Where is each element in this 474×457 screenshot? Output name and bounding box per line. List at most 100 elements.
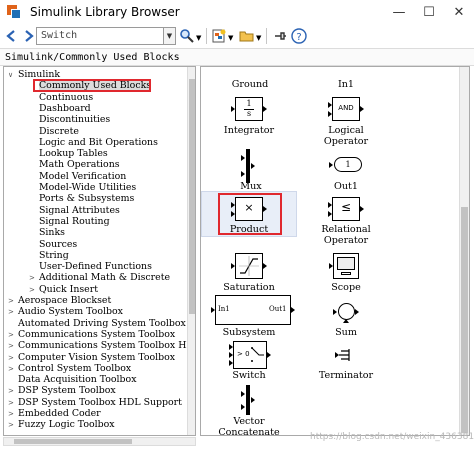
tree-item[interactable]: Ports & Subsystems bbox=[29, 193, 134, 204]
scrollbar-thumb[interactable] bbox=[461, 207, 468, 433]
tree-item[interactable]: > Computer Vision System Toolbox bbox=[8, 352, 175, 363]
search-options-icon[interactable] bbox=[178, 27, 196, 45]
relational-operator-block[interactable]: ≤ bbox=[328, 197, 364, 223]
tree-item[interactable]: Model Verification bbox=[29, 171, 126, 182]
minimize-button[interactable]: — bbox=[384, 0, 414, 24]
search-input[interactable]: Switch bbox=[36, 27, 164, 45]
integrator-block[interactable]: 1 s bbox=[231, 97, 267, 123]
block-label-scope: Scope bbox=[331, 282, 361, 293]
tree-item[interactable]: > Quick Insert bbox=[29, 284, 98, 295]
tree-item[interactable]: > Embedded Coder bbox=[8, 408, 101, 419]
tree-item[interactable]: Signal Attributes bbox=[29, 205, 120, 216]
tree-item[interactable]: Sources bbox=[29, 239, 77, 250]
tree-item[interactable]: Dashboard bbox=[29, 103, 91, 114]
saturation-block[interactable] bbox=[231, 253, 267, 281]
switch-block[interactable]: > 0 bbox=[229, 341, 271, 371]
subsystem-in-label: In1 bbox=[218, 305, 230, 313]
search-dropdown-button[interactable]: ▼ bbox=[164, 27, 176, 45]
tree-item[interactable]: String bbox=[29, 250, 69, 261]
breadcrumb: Simulink/Commonly Used Blocks bbox=[0, 48, 474, 66]
tree-item[interactable]: Data Acquisition Toolbox bbox=[8, 374, 136, 385]
search-options-dropdown-icon[interactable]: ▼ bbox=[196, 34, 201, 42]
tree-item-label: Ports & Subsystems bbox=[39, 193, 135, 205]
tree-item[interactable]: > DSP System Toolbox bbox=[8, 385, 116, 396]
sum-block[interactable] bbox=[333, 301, 359, 323]
integrator-denominator: s bbox=[246, 109, 252, 118]
scrollbar-thumb[interactable] bbox=[189, 79, 195, 314]
tree-item[interactable]: Math Operations bbox=[29, 159, 120, 170]
selection-annotation-box bbox=[33, 79, 151, 92]
expanded-arrow-icon[interactable]: ∨ bbox=[8, 70, 18, 81]
tree-item[interactable]: > Additional Math & Discrete bbox=[29, 272, 170, 283]
scrollbar-thumb[interactable] bbox=[14, 439, 132, 444]
tree-vertical-scrollbar[interactable] bbox=[187, 67, 195, 435]
block-label-switch: Switch bbox=[232, 370, 266, 381]
tree-item-label: User-Defined Functions bbox=[39, 261, 152, 273]
tree-item[interactable]: > DSP System Toolbox HDL Support bbox=[8, 397, 182, 408]
forward-icon[interactable] bbox=[19, 27, 37, 45]
tree-item-label: Lookup Tables bbox=[39, 148, 108, 160]
tree-item[interactable]: User-Defined Functions bbox=[29, 261, 152, 272]
tree-item-label: Communications System Toolbox HDL bbox=[18, 340, 196, 352]
tree-item[interactable]: Continuous bbox=[29, 92, 93, 103]
relational-symbol: ≤ bbox=[340, 200, 352, 214]
tree-item[interactable]: Automated Driving System Toolbox bbox=[8, 318, 186, 329]
tree-item[interactable]: Lookup Tables bbox=[29, 148, 108, 159]
toolbar-separator bbox=[206, 28, 207, 44]
scope-block[interactable] bbox=[329, 253, 361, 281]
logical-operator-text: AND bbox=[338, 104, 354, 112]
out1-block[interactable]: 1 bbox=[329, 157, 363, 173]
watermark: https://blog.csdn.net/weixin_43638176 bbox=[310, 432, 474, 442]
blocks-panel[interactable]: Ground In1 1 s Integrator AND Logical Op… bbox=[200, 66, 470, 436]
tree-item-label: Audio System Toolbox bbox=[18, 306, 123, 318]
block-label-saturation: Saturation bbox=[223, 282, 275, 293]
tree-item-label: Signal Attributes bbox=[39, 204, 120, 216]
tree-item-label: Control System Toolbox bbox=[18, 362, 132, 374]
pin-icon[interactable] bbox=[271, 27, 289, 45]
tree-item[interactable]: Discontinuities bbox=[29, 114, 110, 125]
block-label-product: Product bbox=[229, 224, 269, 235]
tree-item[interactable]: Discrete bbox=[29, 126, 79, 137]
tree-item[interactable]: > Aerospace Blockset bbox=[8, 295, 111, 306]
tree-item[interactable]: Logic and Bit Operations bbox=[29, 137, 158, 148]
tree-item-label: Quick Insert bbox=[39, 283, 98, 295]
block-label-out1: Out1 bbox=[333, 181, 358, 192]
collapsed-arrow-icon[interactable]: > bbox=[8, 420, 18, 431]
logical-operator-block[interactable]: AND bbox=[328, 97, 364, 123]
block-label-relational-operator: Relational Operator bbox=[321, 224, 371, 246]
tree-item-label: Discontinuities bbox=[39, 114, 111, 126]
subsystem-block[interactable]: In1 Out1 bbox=[211, 295, 295, 327]
tree-item[interactable]: > Fuzzy Logic Toolbox bbox=[8, 419, 115, 430]
tree-item-label: Model Verification bbox=[39, 170, 127, 182]
toolbar: Switch ▼ ▼ ▼ ▼ ? bbox=[0, 24, 474, 48]
library-tree[interactable]: ∨ Simulink Commonly Used Blocks Continuous D… bbox=[3, 66, 196, 436]
new-model-icon[interactable] bbox=[210, 27, 228, 45]
tree-item[interactable]: Sinks bbox=[29, 227, 65, 238]
block-label-ground: Ground bbox=[231, 79, 269, 90]
mux-block[interactable] bbox=[241, 149, 259, 183]
tree-item-label: Sinks bbox=[39, 227, 65, 239]
tree-item[interactable]: Signal Routing bbox=[29, 216, 110, 227]
tree-item[interactable]: > Communications System Toolbox bbox=[8, 329, 175, 340]
open-icon[interactable] bbox=[238, 27, 256, 45]
product-symbol: × bbox=[244, 201, 254, 214]
help-icon[interactable]: ? bbox=[290, 27, 308, 45]
tree-horizontal-scrollbar[interactable] bbox=[3, 437, 196, 446]
tree-item-label: DSP System Toolbox bbox=[18, 385, 116, 397]
tree-item[interactable]: > Audio System Toolbox bbox=[8, 306, 123, 317]
block-label-logical-operator: Logical Operator bbox=[323, 125, 369, 147]
product-block[interactable]: × bbox=[231, 197, 267, 223]
blocks-vertical-scrollbar[interactable] bbox=[459, 67, 469, 435]
tree-item-label: Sources bbox=[39, 238, 78, 250]
tree-item[interactable]: Model-Wide Utilities bbox=[29, 182, 136, 193]
vector-concatenate-block[interactable] bbox=[241, 385, 259, 415]
close-button[interactable]: ✕ bbox=[444, 0, 474, 24]
title-bar: Simulink Library Browser — ☐ ✕ bbox=[0, 0, 474, 24]
tree-item[interactable]: > Communications System Toolbox HDL bbox=[8, 340, 196, 352]
new-model-dropdown-icon[interactable]: ▼ bbox=[228, 34, 233, 42]
open-dropdown-icon[interactable]: ▼ bbox=[256, 34, 261, 42]
maximize-button[interactable]: ☐ bbox=[414, 0, 444, 24]
tree-item[interactable]: > Control System Toolbox bbox=[8, 363, 131, 374]
tree-item-label: Signal Routing bbox=[39, 215, 110, 227]
terminator-block[interactable] bbox=[335, 347, 355, 363]
